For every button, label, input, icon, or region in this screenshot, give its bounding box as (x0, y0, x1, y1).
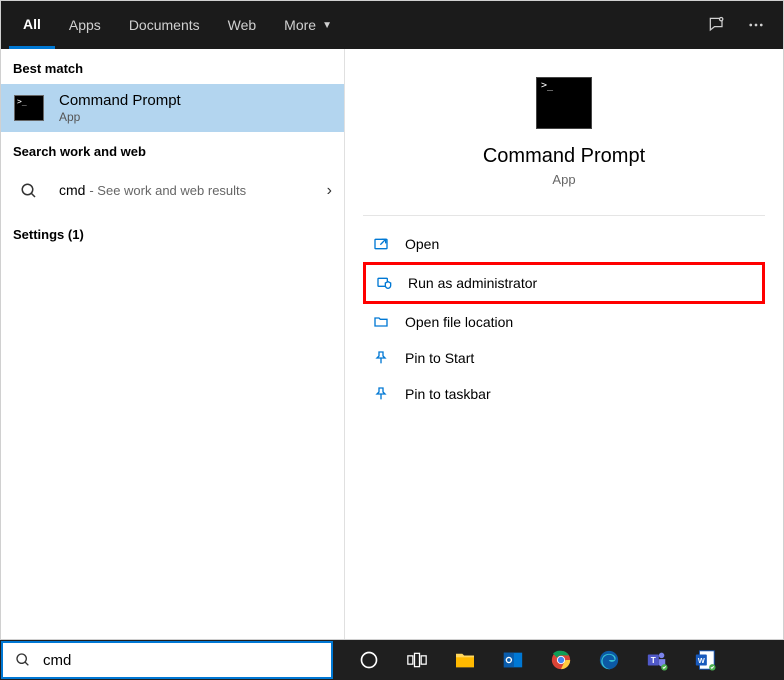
command-prompt-icon (13, 92, 45, 124)
taskbar: T W (0, 640, 784, 680)
edge-icon[interactable] (586, 640, 632, 680)
filter-tabs: All Apps Documents Web More ▼ (1, 1, 783, 49)
tab-more[interactable]: More ▼ (270, 1, 346, 49)
chrome-icon[interactable] (538, 640, 584, 680)
start-search-panel: All Apps Documents Web More ▼ Best match… (0, 0, 784, 640)
tab-apps[interactable]: Apps (55, 1, 115, 49)
result-text: cmd - See work and web results (59, 182, 327, 200)
preview-app-icon (536, 77, 592, 129)
tab-all[interactable]: All (9, 1, 55, 49)
pin-taskbar-icon (371, 386, 391, 402)
task-view-icon[interactable] (394, 640, 440, 680)
search-input[interactable] (43, 652, 331, 669)
tab-web[interactable]: Web (214, 1, 271, 49)
action-open-file-location[interactable]: Open file location (363, 304, 765, 340)
chevron-right-icon: › (327, 182, 332, 200)
action-list: Open Run as administrator Open file loca… (345, 226, 783, 412)
tab-documents[interactable]: Documents (115, 1, 214, 49)
svg-text:T: T (651, 656, 656, 665)
folder-icon (371, 314, 391, 330)
action-run-as-administrator[interactable]: Run as administrator (363, 262, 765, 304)
file-explorer-icon[interactable] (442, 640, 488, 680)
more-options-icon[interactable] (737, 16, 775, 34)
web-query: cmd (59, 182, 85, 198)
results-content: Best match Command Prompt App Search wor… (1, 49, 783, 639)
divider (363, 215, 765, 216)
teams-icon[interactable]: T (634, 640, 680, 680)
cortana-icon[interactable] (346, 640, 392, 680)
preview-subtitle: App (345, 172, 783, 187)
chevron-down-icon: ▼ (322, 20, 332, 31)
results-list: Best match Command Prompt App Search wor… (1, 49, 345, 639)
open-icon (371, 236, 391, 252)
word-icon[interactable]: W (682, 640, 728, 680)
admin-shield-icon (374, 275, 394, 291)
feedback-icon[interactable] (697, 15, 737, 35)
tab-more-label: More (284, 17, 316, 33)
taskbar-search-box[interactable] (1, 641, 333, 679)
result-title: Command Prompt (59, 92, 332, 109)
action-pin-to-taskbar[interactable]: Pin to taskbar (363, 376, 765, 412)
preview-pane: Command Prompt App Open Run as administr… (345, 49, 783, 639)
result-text: Command Prompt App (59, 92, 332, 124)
taskbar-icons: T W (334, 640, 728, 680)
preview-title: Command Prompt (345, 145, 783, 168)
web-hint: See work and web results (97, 183, 246, 198)
action-label: Open file location (405, 314, 513, 330)
action-pin-to-start[interactable]: Pin to Start (363, 340, 765, 376)
result-web-cmd[interactable]: cmd - See work and web results › (1, 167, 344, 215)
search-icon (3, 652, 43, 668)
result-command-prompt[interactable]: Command Prompt App (1, 84, 344, 132)
action-label: Open (405, 236, 439, 252)
result-subtitle: App (59, 110, 332, 124)
outlook-icon[interactable] (490, 640, 536, 680)
search-icon (13, 175, 45, 207)
best-match-header: Best match (1, 49, 344, 84)
action-label: Run as administrator (408, 275, 537, 291)
action-label: Pin to Start (405, 350, 474, 366)
settings-header[interactable]: Settings (1) (1, 215, 344, 250)
svg-text:W: W (698, 656, 705, 665)
search-work-web-header: Search work and web (1, 132, 344, 167)
action-label: Pin to taskbar (405, 386, 491, 402)
pin-start-icon (371, 350, 391, 366)
action-open[interactable]: Open (363, 226, 765, 262)
